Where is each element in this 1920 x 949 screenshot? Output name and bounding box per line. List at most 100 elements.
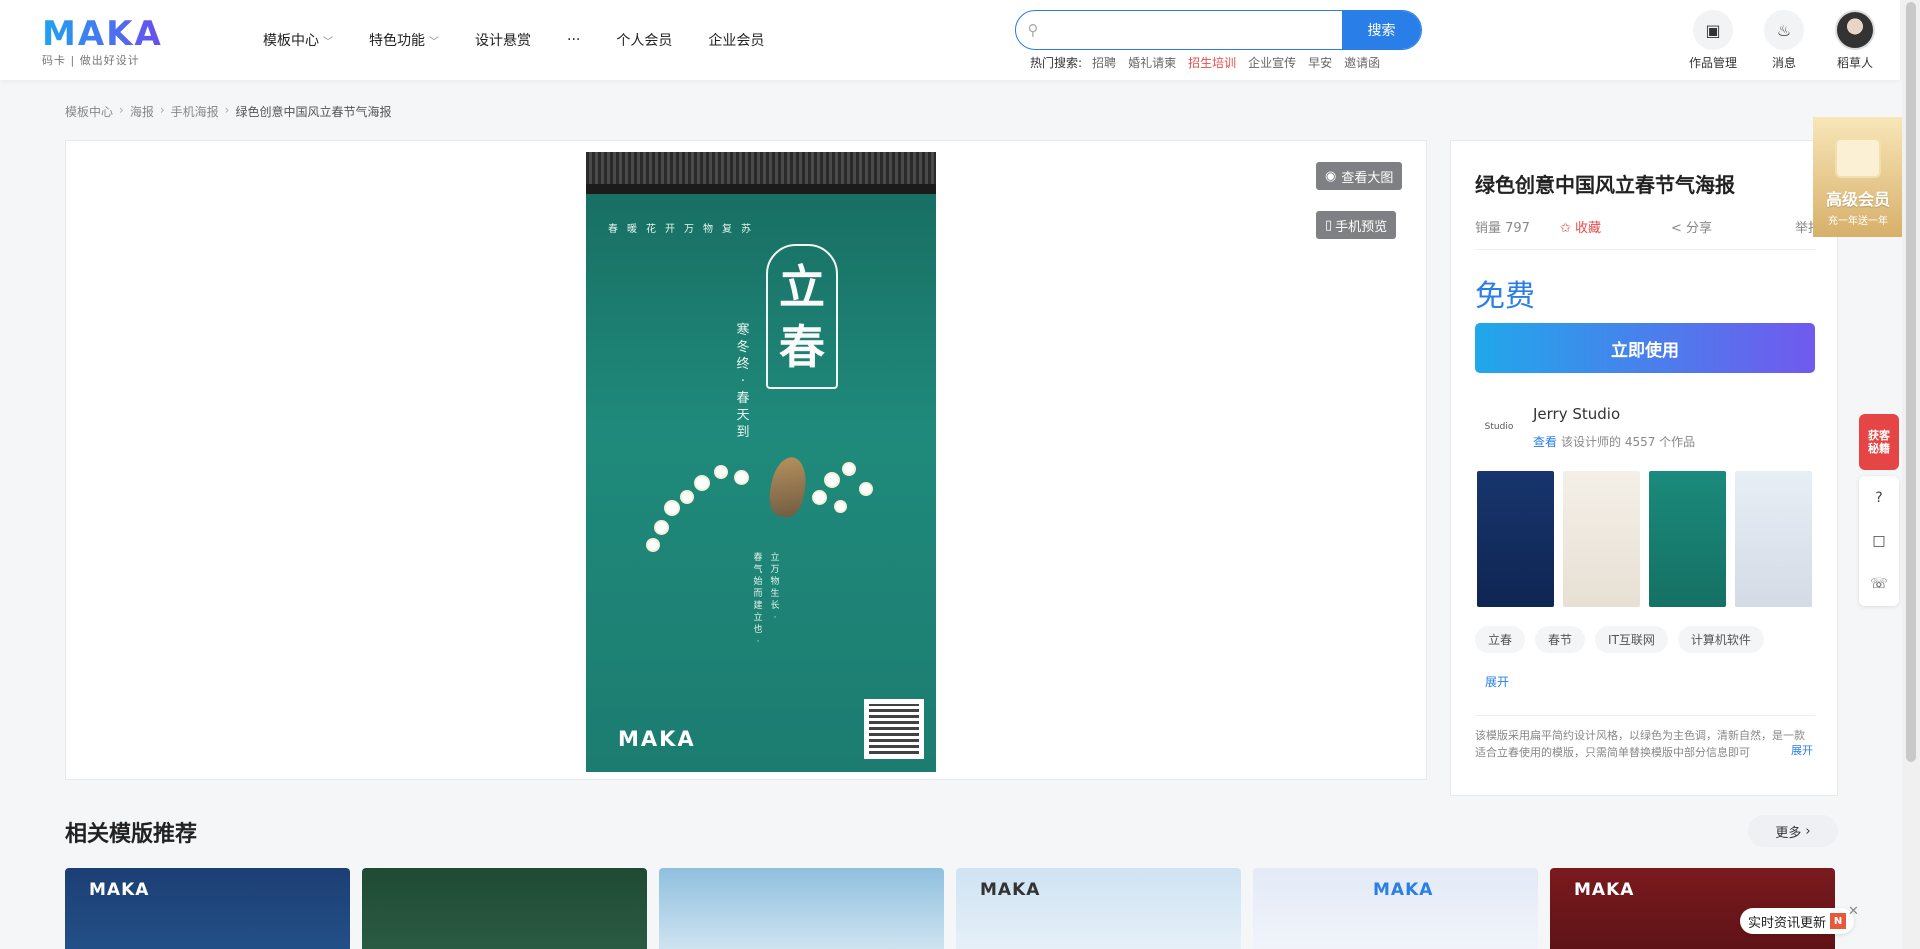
new-badge: N <box>1830 913 1847 929</box>
qr-code <box>864 699 924 759</box>
hot-search-item[interactable]: 招聘 <box>1092 54 1116 71</box>
share-button[interactable]: < 分享 <box>1671 217 1712 236</box>
maka-logo[interactable]: MAKA 码卡 | 做出好设计 <box>42 16 163 68</box>
nav-more[interactable]: ··· <box>567 30 580 50</box>
username: 稻草人 <box>1836 56 1873 70</box>
mobile-preview-button[interactable]: ▯ 手机预览 <box>1316 211 1397 239</box>
tag[interactable]: 计算机软件 <box>1677 626 1764 653</box>
related-templates-list: MAKA MAKA MAKA MAKA <box>65 868 1847 949</box>
user-menu[interactable]: 稻草人 <box>1835 10 1875 71</box>
messages[interactable]: ♨ 消息 <box>1764 10 1804 71</box>
floating-tools: ? □ ☏ <box>1859 476 1899 606</box>
view-designer-link[interactable]: 查看 <box>1533 435 1557 449</box>
help-icon[interactable]: ? <box>1868 487 1890 509</box>
related-template-card[interactable]: MAKA <box>1253 868 1538 949</box>
breadcrumb-current: 绿色创意中国风立春节气海报 <box>235 105 392 119</box>
favorite-button[interactable]: ✩ 收藏 <box>1560 217 1601 236</box>
hot-search-item[interactable]: 婚礼请柬 <box>1128 54 1176 71</box>
tag[interactable]: IT互联网 <box>1595 626 1668 653</box>
messages-label: 消息 <box>1771 56 1796 70</box>
top-navigation-bar: MAKA 码卡 | 做出好设计 模板中心 ﹀ 特色功能 ﹀ 设计悬赏 ··· 个人会… <box>0 0 1900 80</box>
designer-works: 查看 该设计师的 4557 个作品 <box>1533 433 1695 450</box>
designer-thumbnail[interactable] <box>1649 471 1726 607</box>
hot-search-item[interactable]: 招生培训 <box>1188 54 1236 71</box>
nav-design-bounty[interactable]: 设计悬赏 <box>475 30 531 50</box>
phone-icon: ▯ <box>1325 217 1333 233</box>
poster-logo: MAKA <box>618 727 696 751</box>
tag[interactable]: 春节 <box>1535 626 1586 653</box>
nav-enterprise-vip[interactable]: 企业会员 <box>708 30 764 50</box>
customer-tips-button[interactable]: 获客秘籍 <box>1859 414 1899 470</box>
chevron-down-icon: ﹀ <box>323 36 333 48</box>
breadcrumb-item[interactable]: 模板中心 <box>65 103 113 120</box>
nav-template-center[interactable]: 模板中心 ﹀ <box>263 30 333 50</box>
works-management-label: 作品管理 <box>1689 56 1738 70</box>
related-templates-title: 相关模版推荐 <box>65 822 198 847</box>
search-button[interactable]: 搜索 <box>1342 11 1421 49</box>
nav-personal-vip[interactable]: 个人会员 <box>616 30 672 50</box>
designer-avatar[interactable]: Studio <box>1481 409 1517 445</box>
search-bar: ⚲ 搜索 <box>1015 10 1422 50</box>
poster-title-char-1: 立 <box>779 259 825 314</box>
related-template-card[interactable]: MAKA <box>65 868 350 949</box>
close-icon[interactable]: ✕ <box>1848 904 1859 919</box>
breadcrumb: 模板中心 › 海报 › 手机海报 › 绿色创意中国风立春节气海报 <box>65 103 392 120</box>
use-now-button[interactable]: 立即使用 <box>1475 323 1815 373</box>
poster-roof-tiles <box>586 152 936 194</box>
vip-subtitle: 充一年送一年 <box>1828 216 1888 227</box>
search-icon: ⚲ <box>1027 21 1039 39</box>
related-template-card[interactable] <box>659 868 944 949</box>
chat-icon[interactable]: □ <box>1868 530 1890 552</box>
poster-vertical-text-3: 立 万物生长 · <box>770 553 780 623</box>
hot-search-item[interactable]: 企业宣传 <box>1248 54 1296 71</box>
designer-thumbnail[interactable] <box>1477 471 1554 607</box>
floating-toolbar: 获客秘籍 ? □ ☏ <box>1859 414 1899 606</box>
poster-preview[interactable]: 春暖花开万物复苏 立 春 寒冬终 · 春天到 春气始而建立也 · 立 万物生长 … <box>586 152 936 772</box>
template-detail-card: 绿色创意中国风立春节气海报 销量 797 ✩ 收藏 < 分享 举报 免费 立即使… <box>1450 140 1838 796</box>
scrollbar-thumb[interactable] <box>1906 2 1916 762</box>
chevron-right-icon: › <box>119 103 124 117</box>
mobile-preview-label: 手机预览 <box>1335 219 1388 235</box>
logo-tagline: 码卡 | 做出好设计 <box>42 54 140 67</box>
breadcrumb-item[interactable]: 手机海报 <box>171 103 219 120</box>
divider <box>1475 715 1815 716</box>
works-management[interactable]: ▣ 作品管理 <box>1689 10 1737 71</box>
eye-icon: ◉ <box>1325 168 1337 184</box>
related-template-card[interactable] <box>362 868 647 949</box>
hot-search-item[interactable]: 早安 <box>1308 54 1332 71</box>
chevron-right-icon: › <box>224 103 230 117</box>
related-template-card[interactable]: MAKA <box>956 868 1241 949</box>
breadcrumb-item[interactable]: 海报 <box>130 103 154 120</box>
divider <box>1475 249 1815 250</box>
hot-search-item[interactable]: 邀请函 <box>1344 54 1380 71</box>
template-title: 绿色创意中国风立春节气海报 <box>1475 173 1735 197</box>
more-button[interactable]: 更多 › <box>1748 815 1838 847</box>
headset-icon[interactable]: ☏ <box>1868 573 1890 595</box>
poster-title-char-2: 春 <box>779 319 825 374</box>
designer-name[interactable]: Jerry Studio <box>1533 405 1620 423</box>
news-label: 实时资讯更新 <box>1748 915 1827 931</box>
price: 免费 <box>1475 279 1535 314</box>
expand-description-link[interactable]: 展开 <box>1789 742 1813 758</box>
poster-title-frame: 立 春 <box>766 244 838 389</box>
template-preview-panel: 春暖花开万物复苏 立 春 寒冬终 · 春天到 春气始而建立也 · 立 万物生长 … <box>65 140 1427 780</box>
search-input[interactable] <box>1050 11 1342 49</box>
bell-icon: ♨ <box>1764 10 1804 50</box>
expand-tags-link[interactable]: 展开 <box>1485 673 1509 690</box>
page-scrollbar[interactable] <box>1902 0 1920 949</box>
poster-slogan: 春暖花开万物复苏 <box>608 224 760 235</box>
news-popup[interactable]: 实时资讯更新 N <box>1740 908 1855 934</box>
vip-promo-badge[interactable]: 高级会员 充一年送一年 <box>1813 117 1903 237</box>
tag[interactable]: 立春 <box>1475 626 1526 653</box>
designer-thumbnail[interactable] <box>1735 471 1812 607</box>
main-nav: 模板中心 ﹀ 特色功能 ﹀ 设计悬赏 ··· 个人会员 企业会员 <box>263 30 800 50</box>
nav-features[interactable]: 特色功能 ﹀ <box>369 30 439 50</box>
designer-thumbnail[interactable] <box>1563 471 1640 607</box>
gift-icon <box>1835 138 1881 178</box>
designer-works-count: 该设计师的 4557 个作品 <box>1561 435 1696 449</box>
view-large-label: 查看大图 <box>1341 170 1394 186</box>
vip-title: 高级会员 <box>1825 190 1890 209</box>
poster-vertical-text: 寒冬终 · 春天到 <box>736 323 750 440</box>
view-large-button[interactable]: ◉ 查看大图 <box>1316 162 1403 190</box>
template-meta: 销量 797 ✩ 收藏 < 分享 举报 <box>1475 217 1821 236</box>
